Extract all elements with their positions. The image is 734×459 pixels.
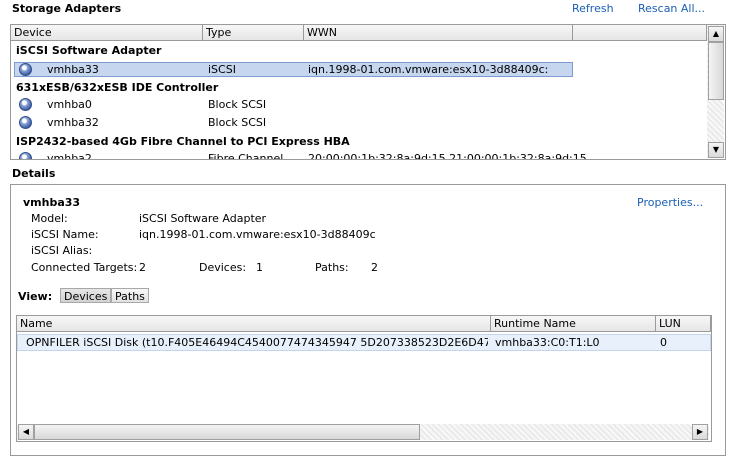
group-header-ide-controller: 631xESB/632xESB IDE Controller [16,81,219,94]
row-device: vmhba32 [47,116,99,129]
column-header-name-label: Name [20,317,53,330]
view-paths-button[interactable]: Paths [111,288,149,303]
row-type: iSCSI [208,63,236,76]
arrow-up-icon[interactable]: ▲ [708,26,724,42]
model-value: iSCSI Software Adapter [139,212,267,225]
view-devices-button[interactable]: Devices [60,288,112,303]
group-header-fibre-channel-hba: ISP2432-based 4Gb Fibre Channel to PCI E… [16,135,350,148]
iscsi-alias-label: iSCSI Alias: [31,244,93,257]
vertical-scrollbar-thumb[interactable] [708,42,724,100]
storage-adapters-title: Storage Adapters [12,2,122,15]
table-row[interactable]: vmhba2 Fibre Channel 20:00:00:1b:32:8a:9… [14,151,587,160]
row-runtime-name: vmhba33:C0:T1:L0 [495,336,600,349]
table-row[interactable]: vmhba32 Block SCSI [14,115,573,130]
refresh-link[interactable]: Refresh [572,2,614,15]
table-row[interactable]: OPNFILER iSCSI Disk (t10.F405E46494C4540… [17,334,711,351]
arrow-down-icon[interactable]: ▼ [708,142,724,158]
column-header-type-label: Type [206,26,232,39]
column-header-wwn-label: WWN [307,26,337,39]
column-header-runtime-name[interactable]: Runtime Name [491,316,656,332]
devices-table: Name Runtime Name LUN OPNFILER iSCSI Dis… [16,315,712,442]
iscsi-name-label: iSCSI Name: [31,228,99,241]
hba-adapter-icon [19,116,32,129]
column-header-runtime-name-label: Runtime Name [494,317,576,330]
details-title: Details [12,167,56,180]
hba-adapter-icon [19,152,32,159]
devices-value: 1 [256,261,263,274]
row-name: OPNFILER iSCSI Disk (t10.F405E46494C4540… [26,336,488,349]
hba-adapter-icon [19,63,32,76]
horizontal-scrollbar-thumb[interactable] [34,424,420,440]
row-wwn: iqn.1998-01.com.vmware:esx10-3d88409c: [308,63,549,76]
table-row[interactable]: vmhba33 iSCSI iqn.1998-01.com.vmware:esx… [14,62,573,77]
column-header-name[interactable]: Name [17,316,491,332]
properties-link[interactable]: Properties... [637,196,703,209]
row-device: vmhba33 [47,63,99,76]
row-device: vmhba0 [47,98,92,111]
row-wwn: 20:00:00:1b:32:8a:9d:15 21:00:00:1b:32:8… [308,152,587,160]
column-header-device-label: Device [14,26,52,39]
table-row[interactable]: vmhba0 Block SCSI [14,97,573,112]
column-header-filler [573,25,707,41]
storage-adapters-table: Device Type WWN iSCSI Software Adapter v… [10,24,726,160]
row-type: Fibre Channel [208,152,284,160]
arrow-right-icon[interactable]: ▶ [692,424,708,440]
hba-adapter-icon [19,98,32,111]
connected-targets-label: Connected Targets: [31,261,138,274]
row-device: vmhba2 [47,152,92,160]
model-label: Model: [31,212,68,225]
column-header-device[interactable]: Device [11,25,203,41]
column-header-lun-label: LUN [659,317,681,330]
paths-label: Paths: [315,261,349,274]
arrow-left-icon[interactable]: ◀ [18,424,34,440]
connected-targets-value: 2 [139,261,146,274]
row-lun: 0 [660,336,667,349]
details-pane: vmhba33 Properties... Model: iSCSI Softw… [10,184,726,456]
view-label: View: [18,290,53,303]
paths-value: 2 [371,261,378,274]
adapter-name: vmhba33 [23,196,81,209]
row-type: Block SCSI [208,116,267,129]
column-header-wwn[interactable]: WWN [304,25,573,41]
column-header-type[interactable]: Type [203,25,304,41]
rescan-all-link[interactable]: Rescan All... [638,2,705,15]
row-type: Block SCSI [208,98,267,111]
devices-label: Devices: [199,261,247,274]
group-header-iscsi-software-adapter: iSCSI Software Adapter [16,44,162,57]
column-header-lun[interactable]: LUN [656,316,711,332]
iscsi-name-value: iqn.1998-01.com.vmware:esx10-3d88409c [139,228,376,241]
